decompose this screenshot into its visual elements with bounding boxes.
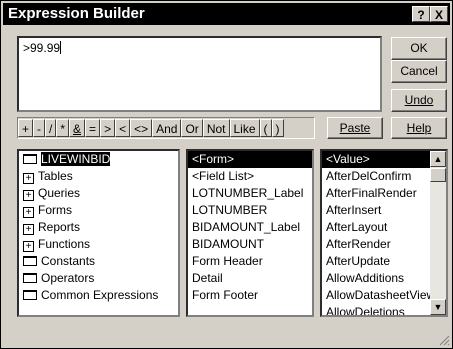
- folder-tree-label: Constants: [41, 254, 96, 268]
- folder-tree-item[interactable]: Operators: [19, 270, 178, 287]
- field-list-item[interactable]: LOTNUMBER_Label: [188, 185, 312, 202]
- operator-toolbar: + - / * & = > < <> And Or Not Like(): [17, 117, 315, 139]
- folder-tree-label: Tables: [38, 169, 73, 183]
- cancel-button[interactable]: Cancel: [391, 60, 447, 83]
- value-list-item[interactable]: AfterUpdate: [322, 253, 430, 270]
- operator-button[interactable]: +: [18, 119, 34, 137]
- operator-button[interactable]: (: [259, 119, 272, 137]
- operator-button[interactable]: ): [271, 119, 284, 137]
- expand-plus-icon: +: [23, 224, 34, 235]
- value-list-item[interactable]: AfterInsert: [322, 202, 430, 219]
- field-list-item[interactable]: <Form>: [188, 151, 312, 168]
- operator-button[interactable]: /: [45, 119, 57, 137]
- value-list-item[interactable]: AfterDelConfirm: [322, 168, 430, 185]
- folder-tree-item[interactable]: + Tables: [19, 168, 178, 185]
- folder-tree-item[interactable]: + Queries: [19, 185, 178, 202]
- folder-tree-label: Forms: [38, 203, 72, 217]
- operator-button[interactable]: Or: [181, 119, 203, 137]
- folder-tree-label: Functions: [38, 237, 91, 251]
- help-title-button[interactable]: ?: [412, 6, 430, 22]
- value-list-item[interactable]: AfterRender: [322, 236, 430, 253]
- field-list-item[interactable]: Detail: [188, 270, 312, 287]
- value-list[interactable]: <Value> AfterDelConfirm AfterFinalRender Af…: [320, 149, 448, 317]
- folder-tree-item[interactable]: LIVEWINBID: [19, 151, 178, 168]
- expand-plus-icon: +: [23, 241, 34, 252]
- vertical-scrollbar[interactable]: ▲ ▼: [430, 151, 446, 315]
- operator-button[interactable]: Like: [229, 119, 260, 137]
- expression-textbox[interactable]: >99.99: [17, 36, 382, 112]
- help-button[interactable]: Help: [391, 117, 447, 139]
- operator-button[interactable]: <: [115, 119, 131, 137]
- open-folder-icon: [23, 154, 37, 164]
- field-list[interactable]: <Form> <Field List> LOTNUMBER_Label LOTNUMB…: [186, 149, 314, 317]
- value-list-item[interactable]: AfterLayout: [322, 219, 430, 236]
- folder-tree-label: Common Expressions: [41, 288, 159, 302]
- folder-icon: [23, 273, 37, 283]
- folder-icon: [23, 290, 37, 300]
- value-list-item[interactable]: AllowDatasheetView: [322, 287, 430, 304]
- operator-button[interactable]: Not: [202, 119, 230, 137]
- field-list-item[interactable]: LOTNUMBER: [188, 202, 312, 219]
- operator-button[interactable]: <>: [130, 119, 153, 137]
- field-list-item[interactable]: Form Header: [188, 253, 312, 270]
- scroll-down-icon[interactable]: ▼: [430, 299, 446, 315]
- expand-plus-icon: +: [23, 207, 34, 218]
- folder-tree-item[interactable]: + Forms: [19, 202, 178, 219]
- scroll-up-icon[interactable]: ▲: [430, 151, 446, 167]
- field-list-item[interactable]: BIDAMOUNT: [188, 236, 312, 253]
- expression-text: >99.99: [23, 41, 61, 55]
- folder-tree-item[interactable]: Constants: [19, 253, 178, 270]
- folder-tree-label: Queries: [38, 186, 81, 200]
- resize-grip-icon[interactable]: [438, 334, 450, 346]
- expand-plus-icon: +: [23, 173, 34, 184]
- expand-plus-icon: +: [23, 190, 34, 201]
- folder-tree-item[interactable]: + Reports: [19, 219, 178, 236]
- operator-button[interactable]: -: [33, 119, 46, 137]
- folder-tree-item[interactable]: + Functions: [19, 236, 178, 253]
- ok-button[interactable]: OK: [391, 37, 447, 60]
- scroll-thumb[interactable]: [430, 168, 446, 182]
- folder-icon: [23, 256, 37, 266]
- folder-tree-label: LIVEWINBID: [41, 152, 111, 166]
- close-button[interactable]: X: [430, 6, 448, 22]
- operator-button[interactable]: =: [85, 119, 101, 137]
- operator-button[interactable]: And: [152, 119, 182, 137]
- folder-tree-label: Reports: [38, 220, 81, 234]
- folder-tree-item[interactable]: Common Expressions: [19, 287, 178, 304]
- operator-button[interactable]: >: [100, 119, 116, 137]
- value-list-item[interactable]: <Value>: [322, 151, 430, 168]
- title-bar: Expression Builder ? X: [3, 3, 450, 25]
- value-list-item[interactable]: AllowDeletions: [322, 304, 430, 315]
- operator-button[interactable]: *: [56, 119, 70, 137]
- expression-builder-window: Expression Builder ? X >99.99 OK Cancel …: [0, 0, 453, 349]
- value-list-item[interactable]: AfterFinalRender: [322, 185, 430, 202]
- window-title: Expression Builder: [8, 5, 145, 22]
- value-list-item[interactable]: AllowAdditions: [322, 270, 430, 287]
- field-list-item[interactable]: Form Footer: [188, 287, 312, 304]
- operator-button[interactable]: &: [69, 119, 86, 137]
- paste-button[interactable]: Paste: [327, 117, 383, 139]
- undo-button[interactable]: Undo: [391, 89, 447, 112]
- field-list-item[interactable]: BIDAMOUNT_Label: [188, 219, 312, 236]
- text-caret: [60, 41, 62, 54]
- field-list-item[interactable]: <Field List>: [188, 168, 312, 185]
- folder-tree-label: Operators: [41, 271, 95, 285]
- folder-tree-list[interactable]: LIVEWINBID + Tables + Queries + Forms + Reports +…: [17, 149, 180, 317]
